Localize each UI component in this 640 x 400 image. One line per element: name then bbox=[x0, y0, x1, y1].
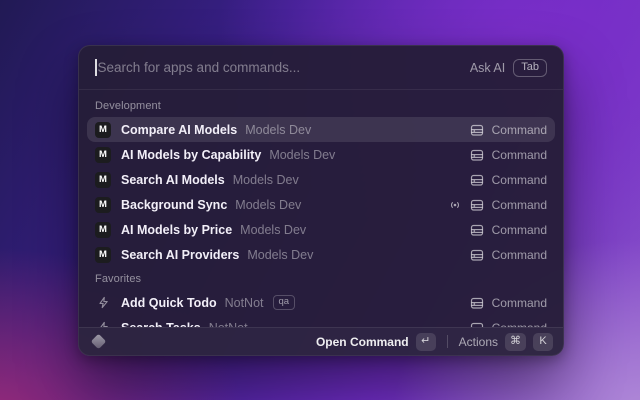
command-row-search-ai-providers[interactable]: M Search AI Providers Models Dev Command bbox=[87, 242, 555, 267]
models-dev-app-icon: M bbox=[95, 171, 111, 188]
row-subtitle: NotNot bbox=[224, 295, 264, 310]
models-dev-app-icon: M bbox=[95, 221, 111, 238]
raycast-logo-icon bbox=[90, 333, 107, 350]
models-dev-app-icon: M bbox=[95, 146, 111, 163]
command-type-icon bbox=[470, 149, 483, 161]
command-type-icon bbox=[470, 249, 483, 261]
row-title: Search AI Models bbox=[121, 172, 225, 187]
cmd-key-badge: ⌘ bbox=[505, 332, 526, 351]
row-subtitle: Models Dev bbox=[269, 147, 336, 162]
row-subtitle: Models Dev bbox=[245, 122, 312, 137]
text-cursor bbox=[95, 59, 97, 76]
row-title: Compare AI Models bbox=[121, 122, 238, 137]
open-command-label[interactable]: Open Command bbox=[316, 335, 409, 349]
results-list: Development M Compare AI Models Models D… bbox=[79, 90, 563, 327]
models-dev-app-icon: M bbox=[95, 246, 111, 263]
ask-ai-label: Ask AI bbox=[469, 60, 506, 75]
command-row-add-quick-todo[interactable]: Add Quick Todo NotNot qa Command bbox=[87, 290, 555, 315]
action-bar: Open Command ↵ Actions ⌘ K bbox=[79, 327, 563, 355]
row-title: AI Models by Capability bbox=[121, 147, 262, 162]
row-title: Search AI Providers bbox=[121, 247, 240, 262]
section-header-development: Development bbox=[95, 100, 161, 112]
command-palette-window: Ask AI Tab Development M Compare AI Mode… bbox=[78, 45, 564, 356]
tab-key-badge: Tab bbox=[513, 58, 547, 77]
alias-badge: qa bbox=[272, 295, 296, 310]
command-row-search-tasks[interactable]: Search Tasks NotNot Command bbox=[87, 315, 555, 327]
row-subtitle: Models Dev bbox=[235, 197, 302, 212]
ask-ai-action[interactable]: Ask AI Tab bbox=[469, 58, 547, 77]
command-type-label: Command bbox=[491, 222, 547, 237]
footer-divider bbox=[446, 335, 448, 348]
bolt-icon bbox=[98, 296, 108, 309]
row-title: AI Models by Price bbox=[121, 222, 233, 237]
command-row-search-ai-models[interactable]: M Search AI Models Models Dev Command bbox=[87, 167, 555, 192]
command-type-icon bbox=[470, 174, 483, 186]
broadcast-icon bbox=[450, 201, 459, 208]
search-input[interactable] bbox=[97, 60, 470, 75]
row-subtitle: Models Dev bbox=[232, 172, 299, 187]
command-row-compare-ai-models[interactable]: M Compare AI Models Models Dev Command bbox=[87, 117, 555, 142]
command-type-label: Command bbox=[491, 247, 547, 262]
command-type-label: Command bbox=[491, 197, 547, 212]
command-type-label: Command bbox=[491, 295, 547, 310]
row-subtitle: Models Dev bbox=[247, 247, 314, 262]
command-type-icon bbox=[470, 199, 483, 211]
row-subtitle: Models Dev bbox=[240, 222, 307, 237]
k-key-badge: K bbox=[533, 332, 553, 351]
models-dev-app-icon: M bbox=[95, 121, 111, 138]
actions-label[interactable]: Actions bbox=[459, 335, 498, 349]
command-type-label: Command bbox=[491, 147, 547, 162]
command-type-icon bbox=[470, 124, 483, 136]
section-header-favorites: Favorites bbox=[95, 273, 142, 285]
models-dev-app-icon: M bbox=[95, 196, 111, 213]
row-title: Background Sync bbox=[121, 197, 228, 212]
search-bar: Ask AI Tab bbox=[79, 46, 563, 90]
row-title: Add Quick Todo bbox=[121, 295, 217, 310]
command-type-label: Command bbox=[491, 122, 547, 137]
return-key-badge: ↵ bbox=[415, 332, 436, 351]
command-type-icon bbox=[470, 297, 483, 309]
command-row-ai-models-by-capability[interactable]: M AI Models by Capability Models Dev Com… bbox=[87, 142, 555, 167]
command-type-label: Command bbox=[491, 172, 547, 187]
command-row-background-sync[interactable]: M Background Sync Models Dev Command bbox=[87, 192, 555, 217]
command-type-icon bbox=[470, 224, 483, 236]
command-row-ai-models-by-price[interactable]: M AI Models by Price Models Dev Command bbox=[87, 217, 555, 242]
